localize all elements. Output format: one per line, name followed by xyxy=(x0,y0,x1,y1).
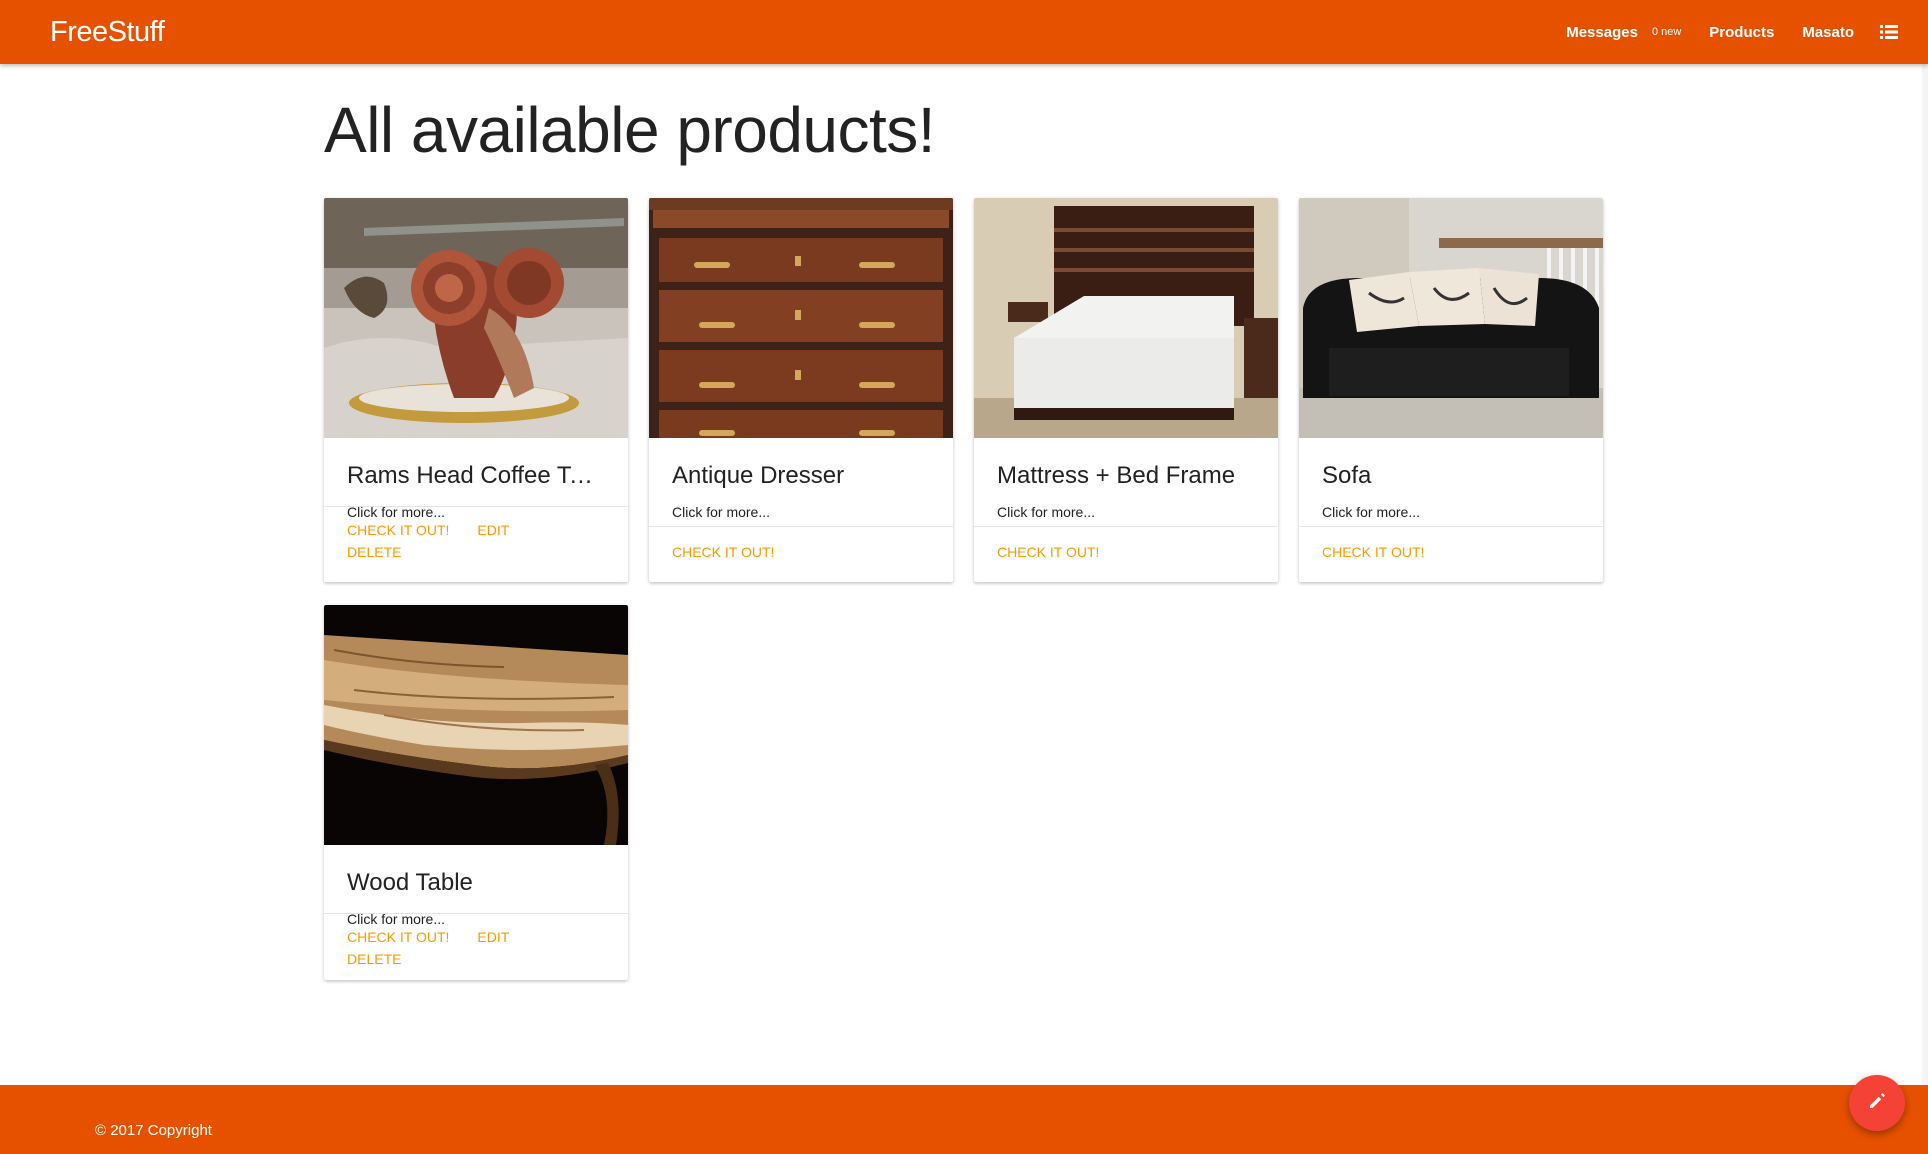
product-image[interactable] xyxy=(974,198,1278,438)
product-title: Mattress + Bed Frame xyxy=(997,464,1236,488)
messages-badge: 0 new xyxy=(1651,26,1682,38)
copyright-text: © 2017 Copyright xyxy=(95,1122,212,1139)
check-it-out-link[interactable]: Check it out! xyxy=(347,926,449,948)
nav-user[interactable]: Masato xyxy=(1788,0,1868,64)
product-title: Rams Head Coffee Table xyxy=(347,464,605,488)
edit-link[interactable]: Edit xyxy=(477,519,509,541)
check-it-out-link[interactable]: Check it out! xyxy=(672,541,774,563)
create-product-button[interactable] xyxy=(1849,1075,1905,1131)
brand-logo[interactable]: FreeStuff xyxy=(50,16,165,49)
nav-messages[interactable]: Messages 0 new xyxy=(1552,0,1695,64)
footer: © 2017 Copyright xyxy=(0,1085,1928,1154)
nav-products[interactable]: Products xyxy=(1695,0,1788,64)
card-content: Mattress + Bed Frame Click for more... xyxy=(974,438,1278,526)
check-it-out-link[interactable]: Check it out! xyxy=(997,541,1099,563)
product-description: Click for more... xyxy=(997,504,1096,520)
card-content: Sofa Click for more... xyxy=(1299,438,1603,526)
product-card[interactable]: Antique Dresser Click for more... Check … xyxy=(649,198,953,582)
product-image[interactable] xyxy=(324,605,628,845)
nav-links: Messages 0 new Products Masato xyxy=(1552,0,1904,64)
product-title: Antique Dresser xyxy=(672,464,845,488)
card-actions: Check it out! xyxy=(1299,526,1603,582)
nav-messages-label: Messages xyxy=(1566,23,1638,41)
product-card[interactable]: Rams Head Coffee Table Click for more...… xyxy=(324,198,628,582)
card-actions: Check it out! xyxy=(974,526,1278,582)
card-content: Rams Head Coffee Table Click for more... xyxy=(324,438,628,520)
page-title: All available products! xyxy=(324,94,936,166)
product-card[interactable]: Wood Table Click for more... Check it ou… xyxy=(324,605,628,980)
product-description: Click for more... xyxy=(672,504,771,520)
edit-link[interactable]: Edit xyxy=(477,926,509,948)
product-title: Wood Table xyxy=(347,871,473,895)
check-it-out-link[interactable]: Check it out! xyxy=(347,519,449,541)
card-actions: Check it out! xyxy=(649,526,953,582)
product-image[interactable] xyxy=(649,198,953,438)
top-navbar: FreeStuff Messages 0 new Products Masato xyxy=(0,0,1928,64)
check-it-out-link[interactable]: Check it out! xyxy=(1322,541,1424,563)
card-content: Antique Dresser Click for more... xyxy=(649,438,953,526)
pencil-icon xyxy=(1867,1091,1887,1116)
delete-link[interactable]: Delete xyxy=(347,948,401,970)
product-grid: Rams Head Coffee Table Click for more...… xyxy=(324,198,1603,980)
product-description: Click for more... xyxy=(1322,504,1421,520)
main-content: All available products! Rams Head Coffee… xyxy=(324,64,1624,980)
delete-link[interactable]: Delete xyxy=(347,541,401,563)
product-card[interactable]: Mattress + Bed Frame Click for more... C… xyxy=(974,198,1278,582)
product-image[interactable] xyxy=(1299,198,1603,438)
scrollbar[interactable] xyxy=(1922,64,1928,1085)
product-card[interactable]: Sofa Click for more... Check it out! xyxy=(1299,198,1603,582)
card-content: Wood Table Click for more... xyxy=(324,845,628,927)
list-icon[interactable] xyxy=(1868,0,1904,64)
product-title: Sofa xyxy=(1322,464,1372,488)
product-image[interactable] xyxy=(324,198,628,438)
